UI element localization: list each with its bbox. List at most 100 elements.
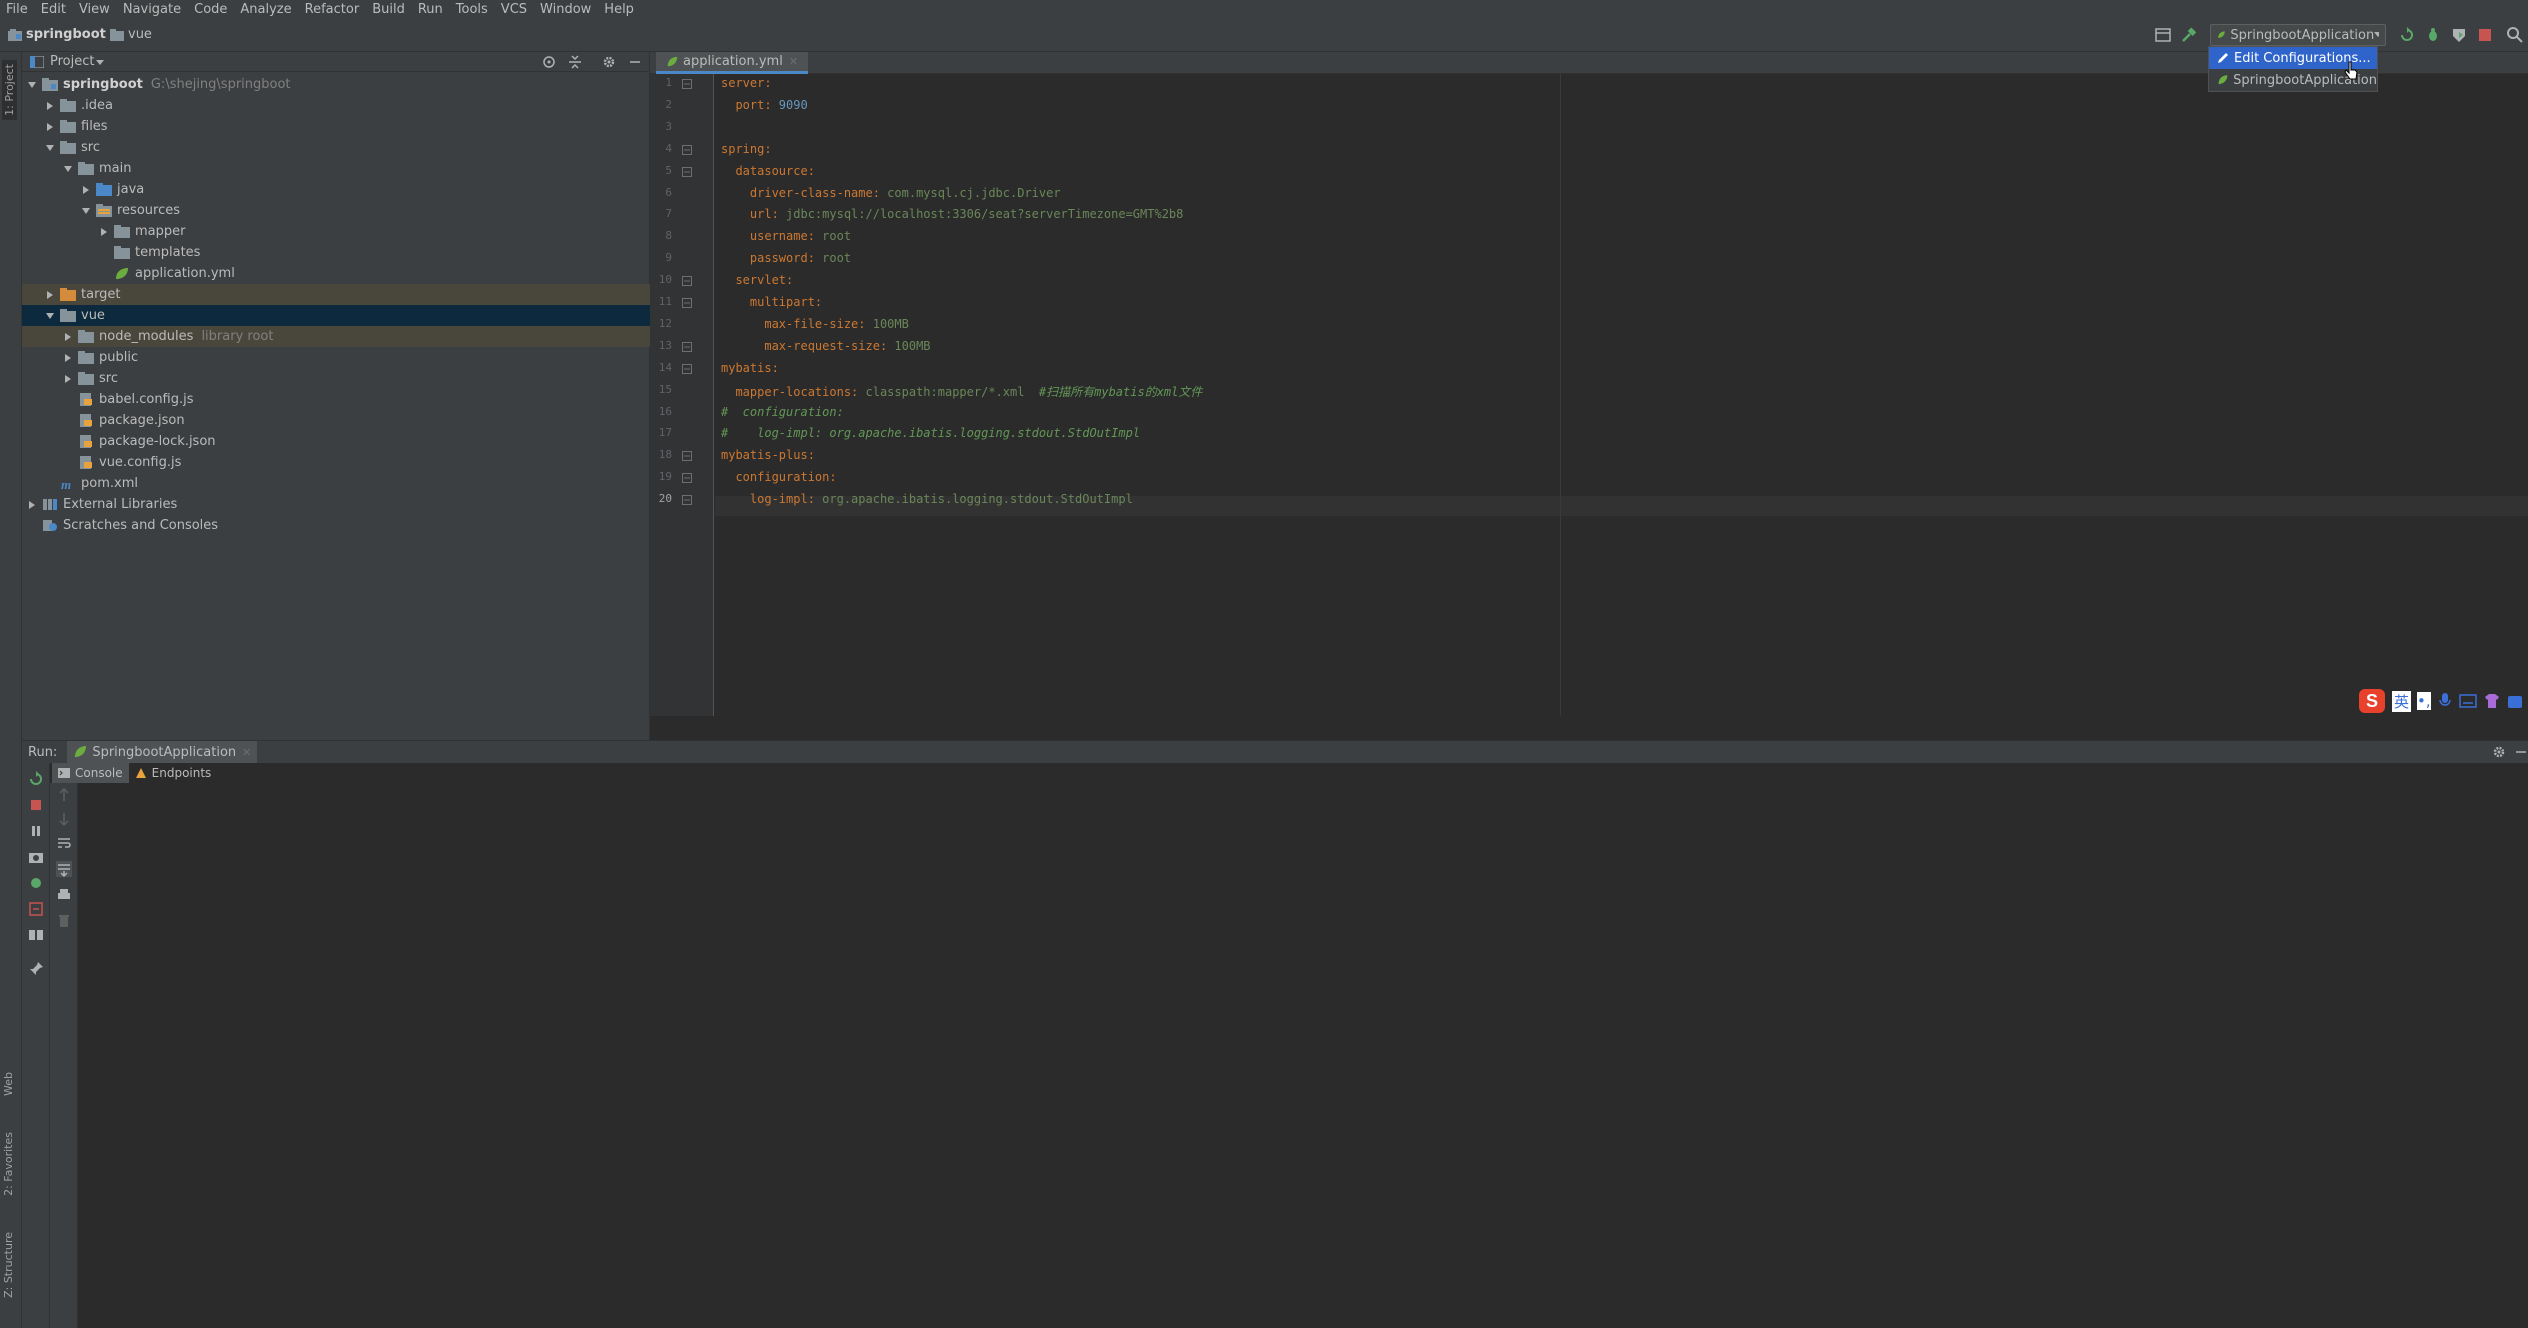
close-icon[interactable]: ✕ [789,55,798,68]
menu-run[interactable]: Run [418,2,443,17]
tab-application-yml[interactable]: application.yml ✕ [656,52,809,74]
collapsed-arrow-icon[interactable] [62,331,74,343]
tree-item[interactable]: babel.config.js [22,389,650,410]
fold-marker-icon[interactable] [682,166,692,177]
tree-item[interactable]: package-lock.json [22,431,650,452]
expanded-arrow-icon[interactable] [44,142,56,154]
locate-target-icon[interactable] [542,55,556,69]
menu-edit[interactable]: Edit [41,2,66,17]
fold-marker-icon[interactable] [682,276,692,287]
tree-item[interactable]: main [22,158,650,179]
rerun-icon[interactable] [2398,26,2416,44]
tree-item[interactable]: mapper [22,221,650,242]
skin-shirt-icon[interactable] [2483,692,2501,710]
tree-item[interactable]: resources [22,200,650,221]
arrow-up-icon[interactable] [56,787,72,803]
tree-item[interactable]: node_modules library root [22,326,650,347]
gear-icon[interactable] [2492,745,2506,759]
gear-icon[interactable] [602,55,616,69]
tree-item[interactable]: vue.config.js [22,452,650,473]
collapsed-arrow-icon[interactable] [98,226,110,238]
tree-item[interactable]: m pom.xml [22,473,650,494]
collapsed-arrow-icon[interactable] [44,100,56,112]
tree-item[interactable]: package.json [22,410,650,431]
tree-item[interactable]: springboot G:\shejing\springboot [22,74,650,95]
menu-file[interactable]: File [6,2,28,17]
close-icon[interactable]: ✕ [242,746,251,759]
tree-item[interactable]: External Libraries [22,494,650,515]
fold-marker-icon[interactable] [682,495,692,506]
menu-code[interactable]: Code [194,2,227,17]
scroll-to-end-icon[interactable] [56,861,72,877]
tree-item[interactable]: application.yml [22,263,650,284]
project-view-selector[interactable]: Project [50,54,94,69]
minimize-icon[interactable] [2514,745,2528,759]
tree-item[interactable]: src [22,368,650,389]
run-with-coverage-icon[interactable] [2450,26,2468,44]
layout-icon[interactable] [28,927,44,943]
tree-item[interactable]: src [22,137,650,158]
menu-vcs[interactable]: VCS [501,2,527,17]
tree-item[interactable]: vue [22,305,650,326]
pin-icon[interactable] [28,961,44,977]
tree-item[interactable]: .idea [22,95,650,116]
menu-analyze[interactable]: Analyze [240,2,291,17]
menu-build[interactable]: Build [372,2,405,17]
pause-icon[interactable] [28,823,44,839]
menu-navigate[interactable]: Navigate [123,2,181,17]
fold-marker-icon[interactable] [682,79,692,89]
fold-marker-icon[interactable] [682,473,692,484]
tab-console[interactable]: Console [52,763,129,783]
menu-refactor[interactable]: Refactor [305,2,360,17]
trash-icon[interactable] [56,913,72,929]
stop-icon[interactable] [28,797,44,813]
chevron-down-icon[interactable] [96,60,104,65]
fold-marker-icon[interactable] [682,144,692,155]
favorites-tool-tab[interactable]: 2: Favorites [2,1132,15,1196]
debug-bug-icon[interactable] [2424,26,2442,44]
collapsed-arrow-icon[interactable] [26,499,38,511]
tree-item[interactable]: Scratches and Consoles [22,515,650,536]
punctuation-icon[interactable]: •, [2417,692,2431,710]
structure-tool-tab[interactable]: Z: Structure [2,1232,15,1298]
layout-icon[interactable] [2154,26,2172,44]
exit-icon[interactable] [28,901,44,917]
fold-marker-icon[interactable] [682,451,692,462]
fold-marker-icon[interactable] [682,363,692,374]
search-icon[interactable] [2506,26,2524,44]
ime-mode-label[interactable]: 英 [2392,690,2412,712]
menu-window[interactable]: Window [540,2,591,17]
microphone-icon[interactable] [2437,692,2453,710]
soft-wrap-icon[interactable] [56,835,72,851]
hot-swap-icon[interactable] [28,875,44,891]
menu-help[interactable]: Help [604,2,634,17]
arrow-down-icon[interactable] [56,811,72,827]
tree-item[interactable]: java [22,179,650,200]
tree-item[interactable]: target [22,284,650,305]
tree-item[interactable]: public [22,347,650,368]
stop-icon[interactable] [2476,26,2494,44]
print-icon[interactable] [56,887,72,903]
tab-endpoints[interactable]: Endpoints [129,763,218,783]
collapsed-arrow-icon[interactable] [44,289,56,301]
run-tab-springboot[interactable]: SpringbootApplication ✕ [67,741,258,763]
collapsed-arrow-icon[interactable] [80,184,92,196]
rerun-icon[interactable] [28,771,44,787]
expanded-arrow-icon[interactable] [44,310,56,322]
breadcrumb-folder[interactable]: vue [110,27,152,42]
minimize-icon[interactable] [628,55,642,69]
camera-dump-icon[interactable] [28,849,44,865]
collapsed-arrow-icon[interactable] [62,352,74,364]
tree-item[interactable]: templates [22,242,650,263]
expanded-arrow-icon[interactable] [26,79,38,91]
expanded-arrow-icon[interactable] [80,205,92,217]
menu-view[interactable]: View [79,2,110,17]
run-configuration-selector[interactable]: SpringbootApplication [2210,24,2386,46]
toolbox-icon[interactable] [2507,692,2523,710]
breadcrumb-project[interactable]: springboot [8,27,106,42]
fold-marker-icon[interactable] [682,341,692,352]
tree-item[interactable]: files [22,116,650,137]
collapsed-arrow-icon[interactable] [44,121,56,133]
collapsed-arrow-icon[interactable] [62,373,74,385]
keyboard-icon[interactable] [2458,693,2477,709]
